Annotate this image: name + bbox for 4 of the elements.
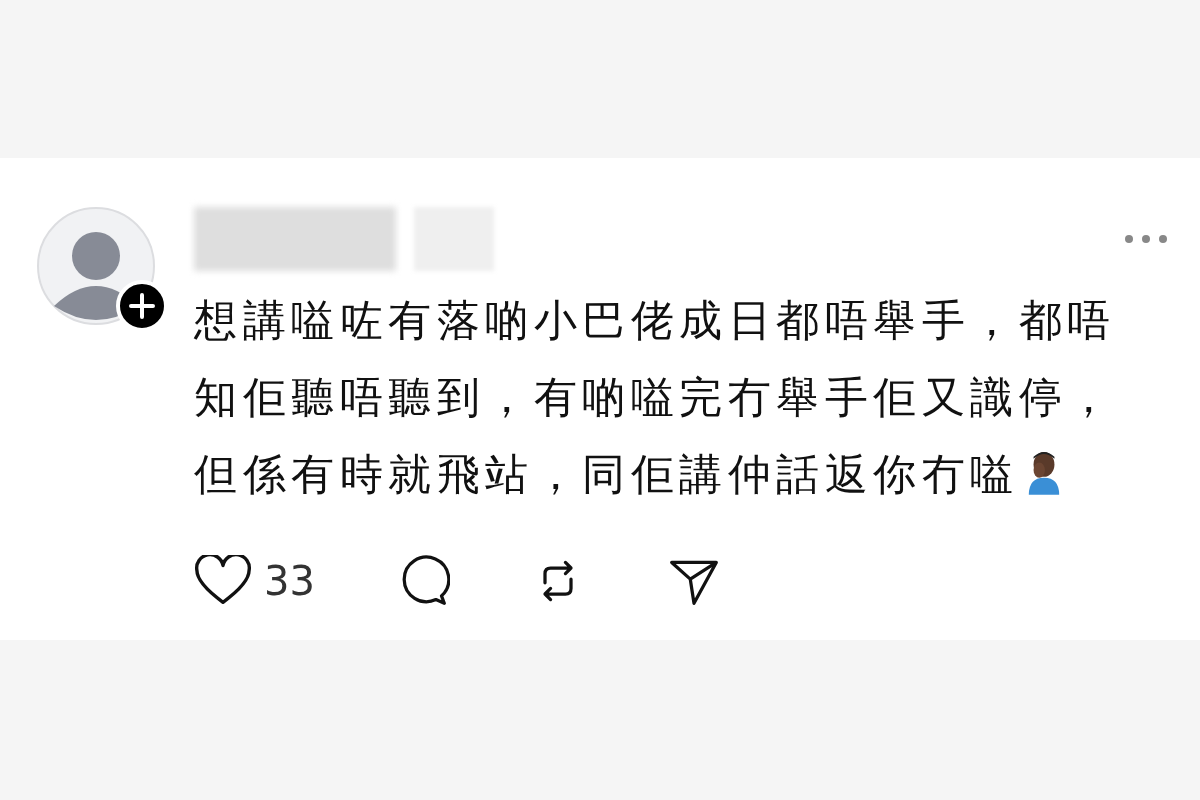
like-icon[interactable] xyxy=(194,555,252,607)
post-text: 想講嗌咗有落啲小巴佬成日都唔舉手，都唔知佢聽唔聽到，有啲嗌完冇舉手佢又識停，但係有時就飛站，同佢講仲話返你冇嗌 xyxy=(194,294,1117,501)
more-icon[interactable] xyxy=(1124,234,1168,244)
like-count: 33 xyxy=(264,558,314,604)
